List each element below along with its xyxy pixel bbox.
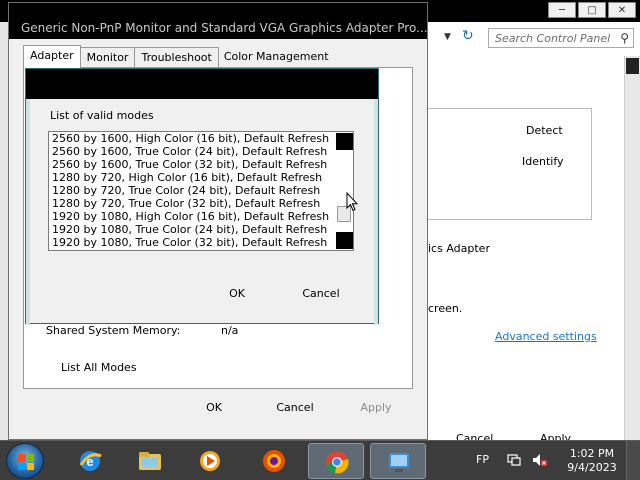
cancel-button[interactable]: Cancel — [258, 397, 332, 419]
mode-list-item[interactable]: 2560 by 1600, True Color (24 bit), Defau… — [49, 145, 353, 158]
clock-date: 9/4/2023 — [567, 461, 617, 474]
adapter-text-fragment: ics Adapter — [428, 242, 490, 255]
taskbar-chrome[interactable] — [308, 443, 364, 479]
shared-memory-label: Shared System Memory: — [46, 324, 181, 337]
minimize-button[interactable]: ─ — [548, 2, 576, 18]
tab-strip: Adapter Monitor Troubleshoot Color Manag… — [23, 45, 335, 69]
refresh-icon[interactable]: ↻ — [462, 28, 474, 44]
scroll-up-arrow[interactable] — [626, 58, 639, 74]
modes-cancel-button[interactable]: Cancel — [284, 283, 358, 305]
search-input[interactable]: Search Control Panel ⚲ — [488, 28, 634, 48]
detect-button[interactable]: Detect — [526, 124, 563, 137]
firefox-icon — [263, 450, 285, 472]
mode-list-item[interactable]: 1280 by 720, True Color (32 bit), Defaul… — [49, 197, 353, 210]
taskbar-firefox[interactable] — [246, 443, 302, 479]
modes-dialog-body: List of valid modes 2560 by 1600, High C… — [30, 99, 374, 300]
mode-list-item[interactable]: 1280 by 720, True Color (24 bit), Defaul… — [49, 184, 353, 197]
chrome-icon — [326, 451, 349, 474]
identify-button[interactable]: Identify — [522, 155, 564, 168]
modes-list-label: List of valid modes — [50, 109, 154, 122]
taskbar-control-panel[interactable] — [370, 443, 426, 479]
svg-text:e: e — [86, 454, 93, 469]
search-icon[interactable]: ⚲ — [620, 31, 629, 45]
mode-list-item[interactable]: 2560 by 1600, True Color (32 bit), Defau… — [49, 158, 353, 171]
mode-list-item[interactable]: 1920 by 1080, True Color (32 bit), Defau… — [49, 236, 353, 249]
taskbar-internet-explorer[interactable]: e — [62, 443, 118, 479]
address-dropdown-icon[interactable]: ▼ — [444, 32, 451, 42]
tab-color-management[interactable]: Color Management — [218, 47, 335, 68]
shared-memory-value: n/a — [221, 324, 239, 337]
close-button[interactable]: ✕ — [608, 2, 636, 18]
list-all-modes-button[interactable]: List All Modes — [61, 361, 137, 374]
taskbar-windows-explorer[interactable] — [122, 443, 178, 479]
advanced-settings-link[interactable]: Advanced settings — [495, 330, 597, 343]
language-indicator[interactable]: FP — [476, 453, 489, 466]
volume-muted-icon[interactable] — [532, 453, 548, 467]
taskbar: e FP 1:02 PM 9/4/2023 — [0, 440, 640, 480]
modes-ok-button[interactable]: OK — [200, 283, 274, 305]
dialog-frame-right — [374, 99, 378, 325]
address-bar-area: ▼ ↻ Search Control Panel ⚲ — [430, 22, 640, 56]
scroll-up-button[interactable] — [336, 133, 353, 150]
mode-list-item[interactable]: 1920 by 1080, True Color (24 bit), Defau… — [49, 223, 353, 236]
ok-button[interactable]: OK — [177, 397, 251, 419]
tab-adapter[interactable]: Adapter — [23, 45, 81, 68]
start-button[interactable] — [6, 443, 44, 479]
modes-listbox[interactable]: 2560 by 1600, High Color (16 bit), Defau… — [48, 131, 354, 251]
window-border — [0, 22, 8, 440]
internet-explorer-icon: e — [79, 451, 102, 471]
dialog-title: Generic Non-PnP Monitor and Standard VGA… — [21, 21, 428, 35]
display-arrangement-panel — [424, 108, 592, 220]
windows-logo-icon — [18, 454, 34, 470]
control-panel-icon — [389, 453, 409, 472]
modes-scrollbar[interactable] — [336, 132, 353, 250]
apply-button[interactable]: Apply — [339, 397, 413, 419]
scroll-down-button[interactable] — [336, 232, 353, 249]
system-clock[interactable]: 1:02 PM 9/4/2023 — [566, 447, 618, 475]
clock-time: 1:02 PM — [569, 447, 615, 460]
search-placeholder: Search Control Panel — [495, 32, 611, 45]
window-controls: ─ □ ✕ — [548, 2, 636, 18]
tab-troubleshoot[interactable]: Troubleshoot — [134, 47, 219, 68]
folder-icon — [139, 452, 161, 470]
screen-text-fragment: creen. — [428, 302, 463, 315]
mode-list-item[interactable]: 2560 by 1600, High Color (16 bit), Defau… — [49, 132, 353, 145]
mouse-cursor-icon — [346, 192, 358, 212]
dialog-titlebar: Generic Non-PnP Monitor and Standard VGA… — [9, 3, 428, 39]
taskbar-media-player[interactable] — [182, 443, 238, 479]
maximize-button[interactable]: □ — [578, 2, 606, 18]
show-desktop-button[interactable] — [626, 441, 640, 480]
network-icon[interactable] — [506, 453, 522, 467]
modes-dialog-titlebar — [26, 69, 378, 99]
mode-list-item[interactable]: 1280 by 720, High Color (16 bit), Defaul… — [49, 171, 353, 184]
tab-monitor[interactable]: Monitor — [79, 47, 136, 68]
media-player-icon — [200, 451, 220, 471]
mode-list-item[interactable]: 1920 by 1080, High Color (16 bit), Defau… — [49, 210, 353, 223]
list-all-modes-dialog: List of valid modes 2560 by 1600, High C… — [25, 68, 379, 325]
vertical-scrollbar[interactable] — [624, 56, 640, 440]
